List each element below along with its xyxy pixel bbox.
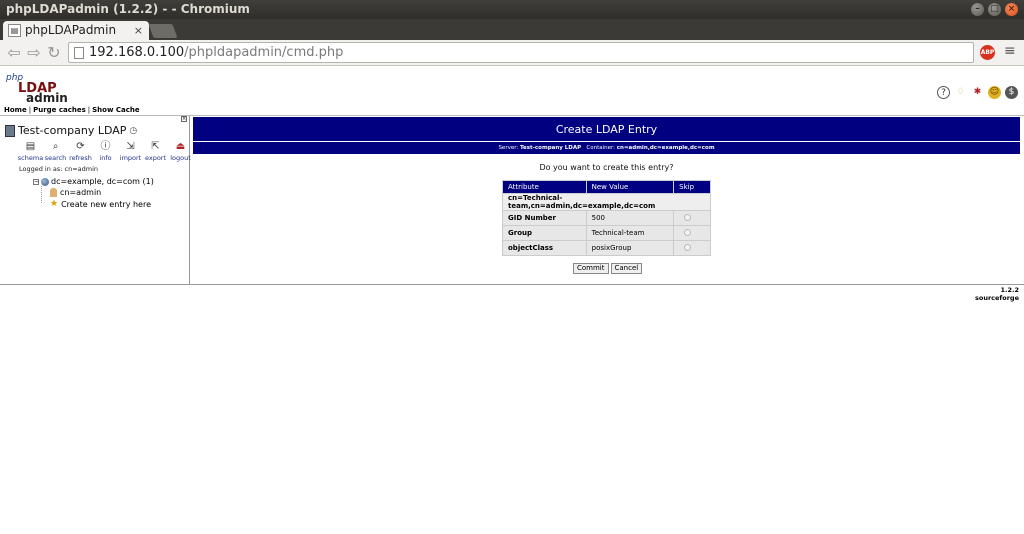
header-icons: ? ♢ ✱ ☺ $ (937, 86, 1018, 99)
maximize-button[interactable]: □ (988, 3, 1001, 16)
footer-version: 1.2.2 (1000, 286, 1019, 294)
server-header: Test-company LDAP ◷ (5, 124, 137, 137)
schema-icon: ▤ (25, 141, 36, 152)
value-cell: posixGroup (585, 240, 675, 256)
value-cell: Technical-team (585, 225, 675, 241)
col-skip: Skip (673, 180, 711, 194)
form-buttons: Commit Cancel (573, 263, 643, 274)
container-value: cn=admin,dc=example,dc=com (616, 145, 715, 151)
reload-icon[interactable]: ↻ (44, 43, 64, 63)
server-value: Test-company LDAP (519, 145, 582, 151)
page-content: php LDAP admin ? ♢ ✱ ☺ $ Home | Purge cach… (0, 67, 1024, 534)
bug-icon[interactable]: ✱ (971, 86, 984, 99)
globe-icon (41, 177, 49, 186)
sourceforge-logo[interactable]: sourceforge (975, 294, 1019, 302)
tab-strip: ▤ phpLDAPadmin (1.2.2 × (0, 19, 1024, 56)
import-icon: ⇲ (126, 141, 135, 152)
skip-checkbox[interactable] (684, 243, 692, 251)
tree-collapse-icon[interactable]: − (33, 178, 39, 185)
url-path: /phpldapadmin/cmd.php (184, 45, 344, 60)
confirm-question: Do you want to create this entry? (539, 163, 674, 172)
donate-icon[interactable]: $ (1005, 86, 1018, 99)
logout-icon: ⏏ (175, 141, 186, 152)
tree-connector (41, 186, 42, 203)
tree-panel: × Test-company LDAP ◷ ▤ schema ⌕ search … (0, 116, 191, 284)
server-actions: ▤ schema ⌕ search ⟳ refresh ⓘ info ⇲ imp… (18, 141, 191, 162)
star-icon: ★ (50, 199, 59, 209)
tree-root-label: dc=example, dc=com (1) (51, 177, 154, 186)
purge-caches-link[interactable]: Purge caches (33, 106, 86, 114)
tree-item-create-new[interactable]: ★ Create new entry here (50, 199, 151, 209)
back-arrow-icon[interactable]: ⇦ (4, 43, 24, 63)
minimize-button[interactable]: – (971, 3, 984, 16)
smiley-icon[interactable]: ☺ (988, 86, 1001, 99)
tree-item-label: cn=admin (60, 188, 102, 197)
favicon-icon: ▤ (8, 24, 21, 37)
close-window-button[interactable]: × (1005, 3, 1018, 16)
attribute-cell: objectClass (502, 240, 587, 256)
user-icon (50, 188, 57, 197)
top-menu: Home | Purge caches | Show Cache (0, 104, 1024, 116)
window-titlebar: phpLDAPadmin (1.2.2) - - Chromium – □ × (0, 0, 1024, 19)
clock-icon: ◷ (129, 125, 138, 136)
page-title: Create LDAP Entry (193, 117, 1020, 141)
table-row: objectClass posixGroup (502, 240, 711, 256)
page-icon (74, 47, 84, 59)
value-cell: 500 (585, 210, 675, 226)
window-controls: – □ × (971, 3, 1018, 16)
cancel-button[interactable]: Cancel (610, 263, 643, 274)
window-title: phpLDAPadmin (1.2.2) - - Chromium (6, 2, 250, 16)
attribute-cell: Group (502, 225, 587, 241)
action-refresh[interactable]: ⟳ refresh (69, 141, 92, 162)
tree-item-admin[interactable]: cn=admin (50, 188, 101, 197)
server-name: Test-company LDAP (18, 124, 127, 137)
logged-in-as: Logged in as: cn=admin (19, 165, 99, 173)
phpldapadmin-logo[interactable]: php LDAP admin (4, 73, 68, 105)
skip-checkbox[interactable] (684, 228, 692, 236)
tree-root-node[interactable]: − dc=example, dc=com (1) (33, 177, 154, 186)
page-subtitle: Server: Test-company LDAP Container: cn=… (193, 141, 1020, 154)
new-tab-button[interactable] (148, 24, 178, 38)
collapse-panel-icon[interactable]: × (181, 116, 187, 122)
col-new-value: New Value (585, 180, 675, 194)
table-row: Group Technical-team (502, 225, 711, 241)
dn-row: cn=Technical-team,cn=admin,dc=example,dc… (502, 193, 711, 211)
tab-close-icon[interactable]: × (134, 21, 143, 40)
info-icon: ⓘ (100, 141, 111, 152)
export-icon: ⇱ (151, 141, 160, 152)
help-icon[interactable]: ? (937, 86, 950, 99)
table-row: GID Number 500 (502, 210, 711, 226)
attribute-cell: GID Number (502, 210, 587, 226)
url-host: 192.168.0.100 (89, 45, 185, 60)
forward-arrow-icon[interactable]: ⇨ (24, 43, 44, 63)
tree-item-label: Create new entry here (61, 199, 152, 209)
refresh-icon: ⟳ (76, 141, 85, 152)
browser-toolbar: ⇦ ⇨ ↻ 192.168.0.100/phpldapadmin/cmd.php… (0, 40, 1024, 66)
action-search[interactable]: ⌕ search (45, 141, 67, 162)
action-import[interactable]: ⇲ import (120, 141, 141, 162)
adblock-icon[interactable]: ABP (980, 45, 995, 60)
hamburger-menu-icon[interactable]: ≡ (1004, 43, 1016, 59)
footer: 1.2.2 sourceforge (975, 286, 1019, 302)
skip-checkbox[interactable] (684, 213, 692, 221)
show-cache-link[interactable]: Show Cache (92, 106, 139, 114)
action-logout[interactable]: ⏏ logout (170, 141, 191, 162)
commit-button[interactable]: Commit (573, 263, 609, 274)
address-bar[interactable]: 192.168.0.100/phpldapadmin/cmd.php (68, 42, 974, 63)
server-icon (5, 124, 15, 137)
entry-table: Attribute New Value Skip cn=Technical-te… (502, 180, 711, 256)
action-schema[interactable]: ▤ schema (18, 141, 43, 162)
col-attribute: Attribute (502, 180, 587, 194)
action-info[interactable]: ⓘ info (95, 141, 116, 162)
tab-phpldapadmin[interactable]: ▤ phpLDAPadmin (1.2.2 × (3, 21, 149, 56)
search-icon: ⌕ (52, 141, 59, 152)
action-export[interactable]: ⇱ export (145, 141, 166, 162)
table-header: Attribute New Value Skip (502, 180, 711, 194)
home-link[interactable]: Home (4, 106, 27, 114)
bulb-icon[interactable]: ♢ (954, 86, 967, 99)
main-panel: Create LDAP Entry Server: Test-company L… (193, 116, 1024, 284)
divider (0, 284, 1024, 285)
dn-value: cn=Technical-team,cn=admin,dc=example,dc… (502, 193, 711, 211)
